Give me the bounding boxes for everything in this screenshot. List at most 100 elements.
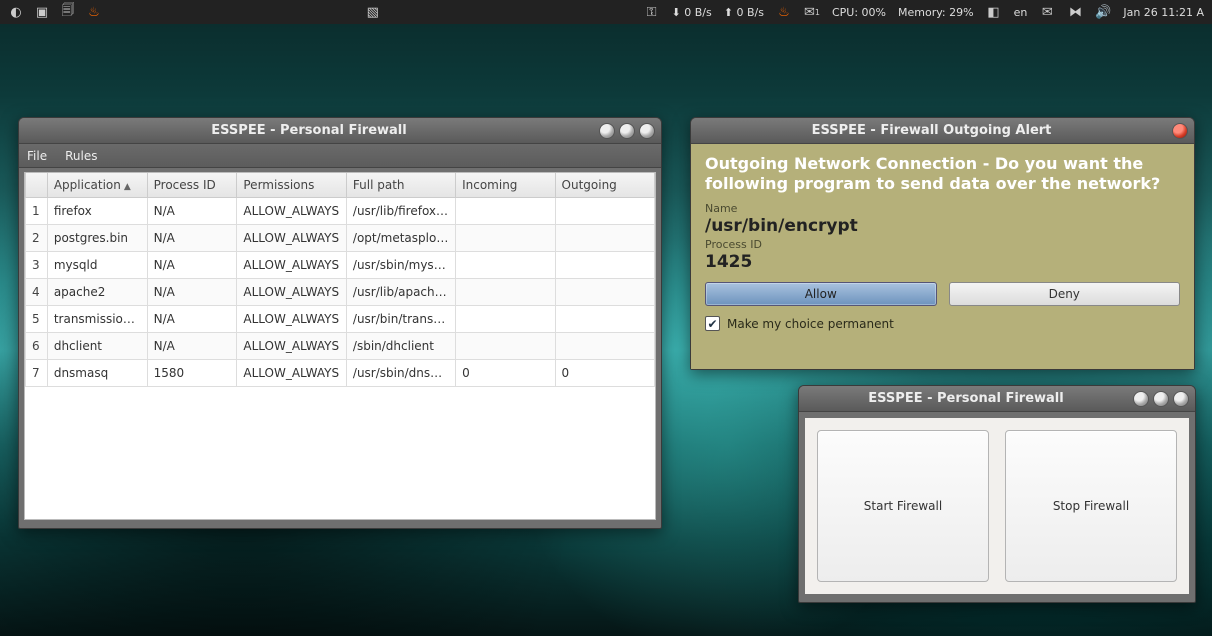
cell-outgoing [555,279,654,306]
firewall-main-window: ESSPEE - Personal Firewall File Rules Ap… [18,117,662,529]
cell-application: firefox [47,198,147,225]
table-row[interactable]: 3mysqldN/AALLOW_ALWAYS/usr/sbin/mysqld [26,252,655,279]
cell-full-path: /usr/sbin/dnsmasq [346,360,455,387]
cell-process-id: N/A [147,198,237,225]
table-header-row: Application▲ Process ID Permissions Full… [26,173,655,198]
cell-outgoing: 0 [555,360,654,387]
workspace-switcher-icon[interactable]: ▧ [365,4,381,20]
cell-process-id: N/A [147,225,237,252]
clock[interactable]: Jan 26 11:21 A [1123,6,1204,19]
firewall-launcher-icon[interactable]: ♨ [86,4,102,20]
permanent-checkbox[interactable]: ✔ [705,316,720,331]
col-full-path[interactable]: Full path [346,173,455,198]
cpu-indicator: CPU: 00% [832,6,886,19]
cell-full-path: /opt/metasploit/... [346,225,455,252]
cell-permissions: ALLOW_ALWAYS [237,360,347,387]
table-row[interactable]: 1firefoxN/AALLOW_ALWAYS/usr/lib/firefox/… [26,198,655,225]
table-row[interactable]: 5transmission-gtkN/AALLOW_ALWAYS/usr/bin… [26,306,655,333]
cell-incoming: 0 [456,360,555,387]
cell-incoming [456,333,555,360]
cell-application: dnsmasq [47,360,147,387]
table-row[interactable]: 4apache2N/AALLOW_ALWAYS/usr/lib/apache2.… [26,279,655,306]
menu-file[interactable]: File [27,149,47,163]
cell-full-path: /usr/lib/apache2... [346,279,455,306]
cell-incoming [456,252,555,279]
mail-tray-icon[interactable]: ✉1 [804,4,820,20]
cell-permissions: ALLOW_ALWAYS [237,279,347,306]
stop-firewall-button[interactable]: Stop Firewall [1005,430,1177,582]
messages-icon[interactable]: ✉ [1039,4,1055,20]
net-down: ⬇ 0 B/s [672,6,712,19]
cell-application: postgres.bin [47,225,147,252]
cell-incoming [456,198,555,225]
cell-process-id: N/A [147,306,237,333]
net-up: ⬆ 0 B/s [724,6,764,19]
cell-incoming [456,279,555,306]
memory-indicator: Memory: 29% [898,6,974,19]
cell-application: dhclient [47,333,147,360]
cell-permissions: ALLOW_ALWAYS [237,198,347,225]
start-firewall-button[interactable]: Start Firewall [817,430,989,582]
window-title: ESSPEE - Firewall Outgoing Alert [691,123,1172,138]
pid-value: 1425 [705,252,1180,272]
col-number[interactable] [26,173,48,198]
permanent-label: Make my choice permanent [727,317,894,331]
language-indicator[interactable]: en [1014,6,1028,19]
cell-process-id: N/A [147,333,237,360]
col-application[interactable]: Application▲ [47,173,147,198]
deny-button[interactable]: Deny [949,282,1181,306]
cell-process-id: 1580 [147,360,237,387]
minimize-button[interactable] [1133,391,1149,407]
col-process-id[interactable]: Process ID [147,173,237,198]
firefox-launcher-icon[interactable]: ◐ [8,4,24,20]
cell-application: apache2 [47,279,147,306]
cell-permissions: ALLOW_ALWAYS [237,225,347,252]
row-number: 5 [26,306,48,333]
bluetooth-icon[interactable]: ⧓ [1067,4,1083,20]
maximize-button[interactable] [1153,391,1169,407]
col-outgoing[interactable]: Outgoing [555,173,654,198]
cell-permissions: ALLOW_ALWAYS [237,333,347,360]
window-title: ESSPEE - Personal Firewall [799,391,1133,406]
cell-outgoing [555,225,654,252]
allow-button[interactable]: Allow [705,282,937,306]
terminal-launcher-icon[interactable]: ▣ [34,4,50,20]
close-button[interactable] [1172,123,1188,139]
firewall-tray-icon[interactable]: ♨ [776,4,792,20]
cell-outgoing [555,252,654,279]
minimize-button[interactable] [599,123,615,139]
row-number: 4 [26,279,48,306]
titlebar[interactable]: ESSPEE - Personal Firewall [799,386,1195,412]
titlebar[interactable]: ESSPEE - Personal Firewall [19,118,661,144]
row-number: 3 [26,252,48,279]
cell-permissions: ALLOW_ALWAYS [237,252,347,279]
col-incoming[interactable]: Incoming [456,173,555,198]
cell-full-path: /usr/sbin/mysqld [346,252,455,279]
close-button[interactable] [639,123,655,139]
eraser-icon[interactable]: ◧ [986,4,1002,20]
row-number: 7 [26,360,48,387]
col-permissions[interactable]: Permissions [237,173,347,198]
rules-table: Application▲ Process ID Permissions Full… [24,172,656,520]
menu-rules[interactable]: Rules [65,149,97,163]
volume-icon[interactable]: 🔊 [1095,4,1111,20]
cell-permissions: ALLOW_ALWAYS [237,306,347,333]
titlebar[interactable]: ESSPEE - Firewall Outgoing Alert [691,118,1194,144]
table-row[interactable]: 6dhclientN/AALLOW_ALWAYS/sbin/dhclient [26,333,655,360]
cell-process-id: N/A [147,279,237,306]
cell-process-id: N/A [147,252,237,279]
files-launcher-icon[interactable]: 🗐 [60,4,76,20]
table-row[interactable]: 2postgres.binN/AALLOW_ALWAYS/opt/metaspl… [26,225,655,252]
close-button[interactable] [1173,391,1189,407]
row-number: 2 [26,225,48,252]
row-number: 1 [26,198,48,225]
cell-incoming [456,306,555,333]
table-row[interactable]: 7dnsmasq1580ALLOW_ALWAYS/usr/sbin/dnsmas… [26,360,655,387]
key-icon[interactable]: ⚿ [644,4,660,20]
window-title: ESSPEE - Personal Firewall [19,123,599,138]
row-number: 6 [26,333,48,360]
menubar: File Rules [19,144,661,168]
maximize-button[interactable] [619,123,635,139]
cell-application: mysqld [47,252,147,279]
cell-outgoing [555,198,654,225]
